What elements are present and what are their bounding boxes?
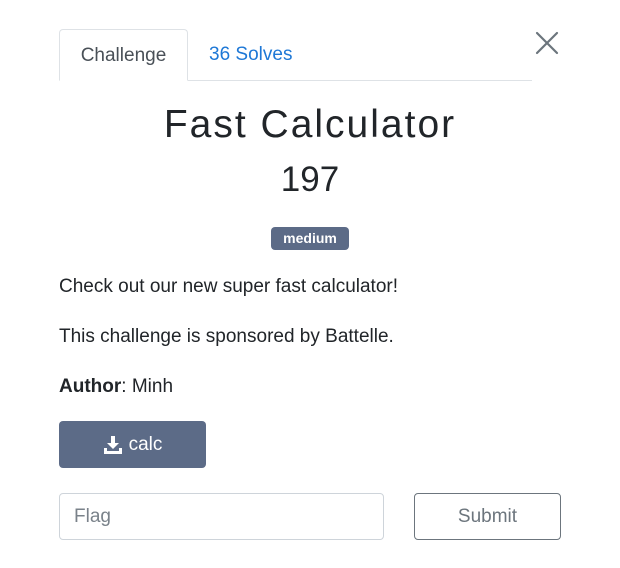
challenge-points: 197 [280, 160, 340, 199]
author-name: Minh [131, 376, 174, 397]
difficulty-badge: medium [271, 227, 349, 250]
download-file-label: calc [128, 433, 163, 455]
author-separator: : [121, 376, 132, 397]
download-icon [103, 435, 122, 454]
submit-button[interactable]: Submit [414, 493, 561, 540]
tab-solves[interactable]: 36 Solves [209, 29, 292, 80]
author-line: Author: Minh [59, 376, 173, 398]
challenge-modal: Challenge 36 Solves Fast Calculator 197 … [0, 0, 620, 568]
tab-challenge[interactable]: Challenge [59, 29, 188, 81]
flag-input[interactable] [59, 493, 384, 540]
author-label: Author [59, 376, 122, 397]
close-icon [535, 31, 559, 55]
description-line: This challenge is sponsored by Battelle. [59, 326, 394, 347]
challenge-title: Fast Calculator [163, 103, 457, 146]
description-line: Check out our new super fast calculator! [59, 276, 399, 297]
close-button[interactable] [534, 30, 560, 56]
modal-tabs: Challenge 36 Solves [59, 29, 532, 81]
download-file-button[interactable]: calc [59, 421, 206, 468]
